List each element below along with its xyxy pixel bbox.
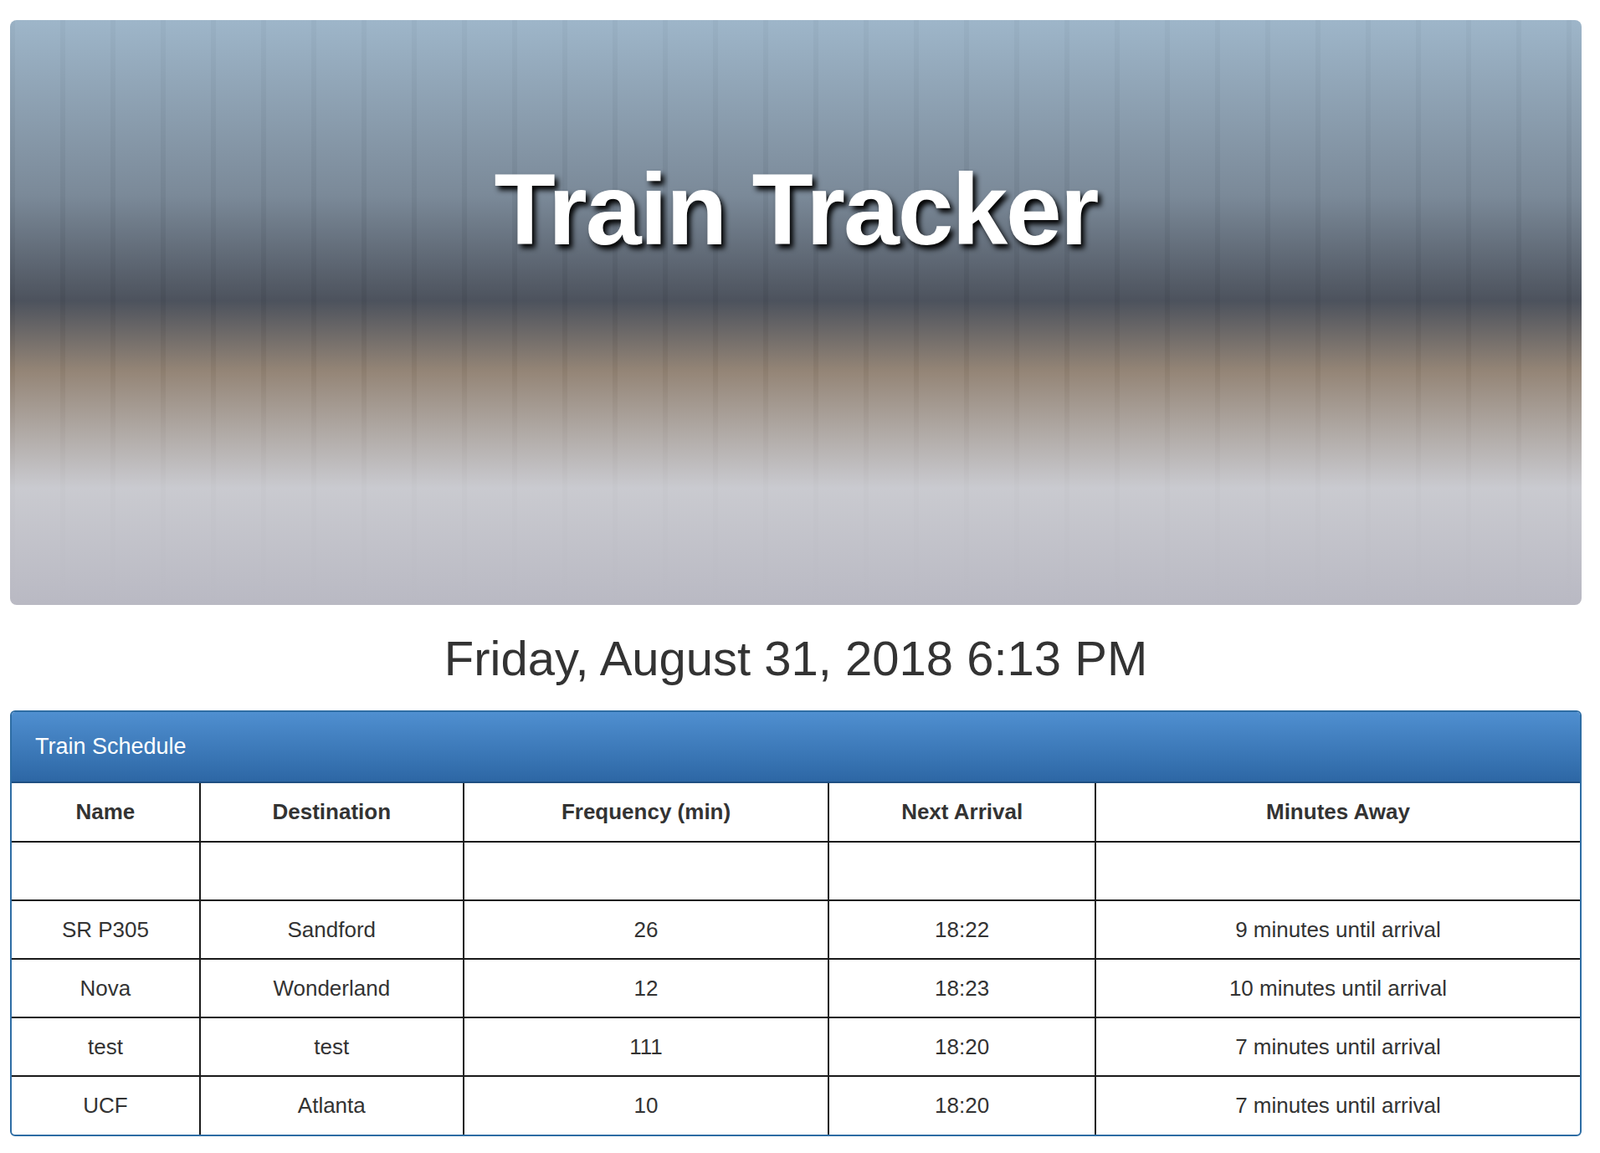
table-cell bbox=[828, 841, 1096, 901]
table-cell: 18:20 bbox=[828, 1017, 1096, 1077]
panel-header: Train Schedule bbox=[11, 712, 1580, 784]
table-row: SR P305Sandford2618:229 minutes until ar… bbox=[11, 900, 1580, 959]
table-row: UCFAtlanta1018:207 minutes until arrival bbox=[11, 1076, 1580, 1135]
table-cell: 7 minutes until arrival bbox=[1095, 1076, 1580, 1135]
column-header: Destination bbox=[200, 783, 464, 842]
column-header: Next Arrival bbox=[828, 783, 1096, 842]
table-cell bbox=[1095, 841, 1580, 901]
table-row: NovaWonderland1218:2310 minutes until ar… bbox=[11, 958, 1580, 1018]
table-header-row: NameDestinationFrequency (min)Next Arriv… bbox=[11, 783, 1580, 842]
page: Train Tracker Friday, August 31, 2018 6:1… bbox=[0, 0, 1600, 1137]
table-cell: 26 bbox=[463, 900, 830, 959]
column-header: Name bbox=[11, 783, 200, 842]
schedule-table: NameDestinationFrequency (min)Next Arriv… bbox=[11, 783, 1580, 1135]
table-cell: SR P305 bbox=[11, 900, 200, 959]
table-cell: Nova bbox=[11, 958, 200, 1018]
table-cell bbox=[463, 841, 830, 901]
table-cell bbox=[200, 841, 464, 901]
table-cell: 10 minutes until arrival bbox=[1095, 958, 1580, 1018]
table-cell: test bbox=[200, 1017, 464, 1077]
table-cell: 10 bbox=[463, 1076, 830, 1135]
table-cell: UCF bbox=[11, 1076, 200, 1135]
column-header: Minutes Away bbox=[1095, 783, 1580, 842]
table-cell: Sandford bbox=[200, 900, 464, 959]
table-cell: 7 minutes until arrival bbox=[1095, 1017, 1580, 1077]
table-cell: 111 bbox=[463, 1017, 830, 1077]
table-row: testtest11118:207 minutes until arrival bbox=[11, 1017, 1580, 1077]
table-cell: Atlanta bbox=[200, 1076, 464, 1135]
column-header: Frequency (min) bbox=[463, 783, 830, 842]
schedule-panel: Train ScheduleNameDestinationFrequency (… bbox=[10, 710, 1582, 1137]
table-cell: test bbox=[11, 1017, 200, 1077]
table-cell: Wonderland bbox=[200, 958, 464, 1018]
table-cell: 18:23 bbox=[828, 958, 1096, 1018]
hero-banner: Train Tracker bbox=[10, 20, 1582, 606]
table-cell bbox=[11, 841, 200, 901]
table-cell: 9 minutes until arrival bbox=[1095, 900, 1580, 959]
hero-title: Train Tracker bbox=[493, 153, 1098, 265]
table-cell: 12 bbox=[463, 958, 830, 1018]
table-cell: 18:22 bbox=[828, 900, 1096, 959]
table-row bbox=[11, 841, 1580, 901]
table-cell: 18:20 bbox=[828, 1076, 1096, 1135]
current-time: Friday, August 31, 2018 6:13 PM bbox=[10, 605, 1582, 711]
